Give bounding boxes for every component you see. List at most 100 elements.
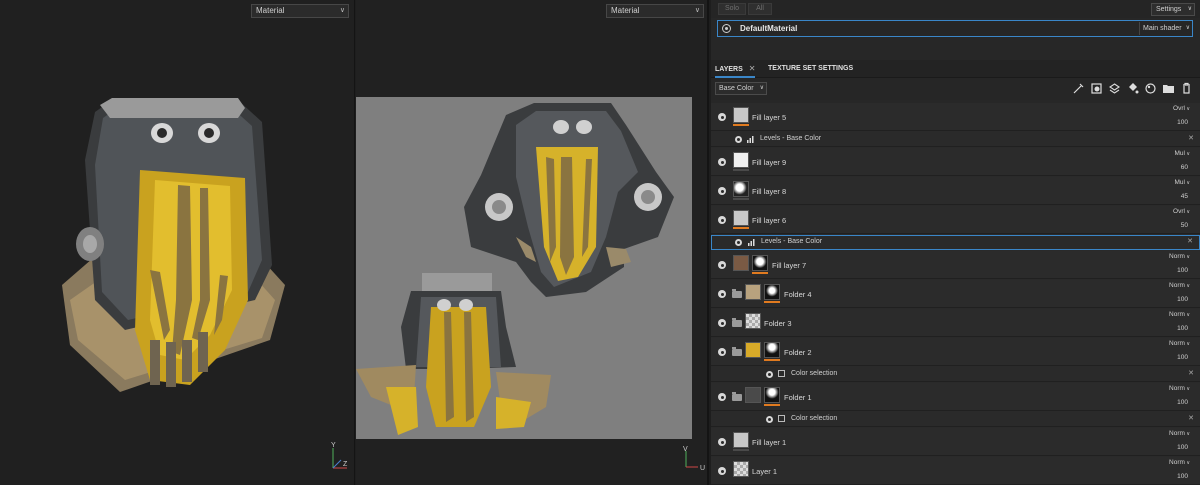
blend-mode[interactable]: Mul [1174, 179, 1190, 186]
eye-icon[interactable] [718, 467, 726, 475]
tab-texture-set-settings-label: TEXTURE SET SETTINGS [768, 65, 854, 72]
eye-icon[interactable] [718, 393, 726, 401]
viewport-3d[interactable]: Material ∨ Y Z [0, 0, 355, 485]
close-icon[interactable]: ✕ [1188, 369, 1194, 377]
layer-row[interactable]: Fill layer 1 Norm 100 [711, 428, 1200, 456]
eye-icon[interactable] [718, 261, 726, 269]
blend-mode[interactable]: Mul [1174, 150, 1190, 157]
eye-icon[interactable] [718, 348, 726, 356]
layer-name: Folder 4 [784, 290, 812, 299]
eye-icon[interactable] [718, 187, 726, 195]
eye-icon[interactable] [718, 438, 726, 446]
opacity-value[interactable]: 100 [1177, 354, 1188, 361]
eye-icon[interactable] [766, 371, 773, 378]
checkbox[interactable] [778, 415, 785, 422]
layer-row[interactable]: Fill layer 6 Ovrl 50 [711, 206, 1200, 234]
viewport-2d[interactable]: Material ∨ V U [356, 0, 709, 485]
layer-row[interactable]: Fill layer 8 Mul 45 [711, 177, 1200, 205]
blend-mode[interactable]: Norm [1169, 459, 1190, 466]
eye-icon[interactable] [766, 416, 773, 423]
blend-mode[interactable]: Norm [1169, 385, 1190, 392]
eye-icon[interactable] [718, 319, 726, 327]
axis-y-label: Y [331, 442, 336, 449]
mask-bar [752, 272, 768, 274]
close-icon[interactable]: ✕ [1188, 134, 1194, 142]
opacity-value[interactable]: 50 [1181, 222, 1188, 229]
checkbox[interactable] [778, 370, 785, 377]
folder-icon [732, 289, 742, 298]
folder-row[interactable]: Folder 2 Norm 100 [711, 338, 1200, 366]
add-layer-icon[interactable] [1108, 82, 1121, 95]
axis-gizmo-3d: Y Z [331, 442, 348, 469]
add-folder-icon[interactable] [1162, 82, 1175, 95]
effect-row[interactable]: Levels - Base Color ✕ [711, 235, 1200, 250]
opacity-value[interactable]: 60 [1181, 164, 1188, 171]
shader-label: Main shader [1143, 25, 1182, 32]
add-paint-icon[interactable] [1144, 82, 1157, 95]
texture-set-row[interactable]: DefaultMaterial Main shader ∨ [717, 20, 1193, 37]
opacity-value[interactable]: 100 [1177, 267, 1188, 274]
eye-icon[interactable] [718, 216, 726, 224]
settings-button[interactable]: Settings ∨ [1151, 3, 1195, 16]
blend-mode[interactable]: Ovrl [1173, 208, 1190, 215]
layer-row[interactable]: Fill layer 9 Mul 60 [711, 148, 1200, 176]
channel-label: Base Color [719, 85, 754, 92]
visibility-radio-icon[interactable] [722, 24, 731, 33]
add-effect-icon[interactable] [1072, 82, 1085, 95]
shader-select[interactable]: Main shader ∨ [1139, 22, 1191, 35]
effect-row[interactable]: Color selection ✕ [711, 412, 1200, 427]
chevron-down-icon: ∨ [1187, 6, 1192, 12]
effect-name: Levels - Base Color [760, 135, 822, 142]
layer-name: Folder 3 [764, 319, 792, 328]
blend-mode[interactable]: Norm [1169, 311, 1190, 318]
opacity-value[interactable]: 100 [1177, 296, 1188, 303]
close-icon[interactable]: ✕ [1187, 237, 1193, 245]
chevron-down-icon: ∨ [1185, 25, 1190, 31]
tab-layers[interactable]: LAYERS ✕ [715, 60, 756, 78]
layer-thumbnail [745, 284, 761, 300]
mask-thumbnail [764, 284, 780, 300]
blend-mode[interactable]: Ovrl [1173, 105, 1190, 112]
eye-icon[interactable] [735, 136, 742, 143]
mask-bar [733, 198, 749, 200]
all-button[interactable]: All [748, 3, 772, 15]
viewport-2d-mode-label: Material [611, 6, 640, 15]
blend-mode[interactable]: Norm [1169, 282, 1190, 289]
layer-row[interactable]: Layer 1 Norm 100 [711, 457, 1200, 485]
layer-thumbnail [745, 313, 761, 329]
blend-mode[interactable]: Norm [1169, 430, 1190, 437]
chevron-down-icon: ∨ [694, 7, 700, 14]
eye-icon[interactable] [735, 239, 742, 246]
folder-row[interactable]: Folder 3 Norm 100 [711, 309, 1200, 337]
folder-row[interactable]: Folder 1 Norm 100 [711, 383, 1200, 411]
add-mask-icon[interactable] [1090, 82, 1103, 95]
opacity-value[interactable]: 100 [1177, 399, 1188, 406]
tab-texture-set-settings[interactable]: TEXTURE SET SETTINGS [768, 60, 853, 78]
layer-row[interactable]: Fill layer 5 Ovrl 100 [711, 103, 1200, 131]
effect-row[interactable]: Color selection ✕ [711, 367, 1200, 382]
delete-icon[interactable] [1180, 82, 1193, 95]
layer-thumbnail [733, 107, 749, 123]
effect-row[interactable]: Levels - Base Color ✕ [711, 132, 1200, 147]
opacity-value[interactable]: 100 [1177, 119, 1188, 126]
channel-select[interactable]: Base Color ∨ [715, 82, 767, 95]
eye-icon[interactable] [718, 290, 726, 298]
layer-name: Fill layer 7 [772, 261, 807, 270]
layer-row[interactable]: Fill layer 7 Norm 100 [711, 251, 1200, 279]
effect-name: Color selection [791, 370, 838, 377]
eye-icon[interactable] [718, 158, 726, 166]
effect-name: Color selection [791, 415, 838, 422]
opacity-value[interactable]: 100 [1177, 444, 1188, 451]
viewport-2d-mode-select[interactable]: Material ∨ [606, 4, 704, 18]
blend-mode[interactable]: Norm [1169, 340, 1190, 347]
close-icon[interactable]: ✕ [1188, 414, 1194, 422]
blend-mode[interactable]: Norm [1169, 253, 1190, 260]
close-icon[interactable]: ✕ [749, 64, 756, 73]
opacity-value[interactable]: 100 [1177, 473, 1188, 480]
add-fill-icon[interactable] [1126, 82, 1139, 95]
solo-button[interactable]: Solo [718, 3, 746, 15]
folder-row[interactable]: Folder 4 Norm 100 [711, 280, 1200, 308]
opacity-value[interactable]: 100 [1177, 325, 1188, 332]
opacity-value[interactable]: 45 [1181, 193, 1188, 200]
eye-icon[interactable] [718, 113, 726, 121]
